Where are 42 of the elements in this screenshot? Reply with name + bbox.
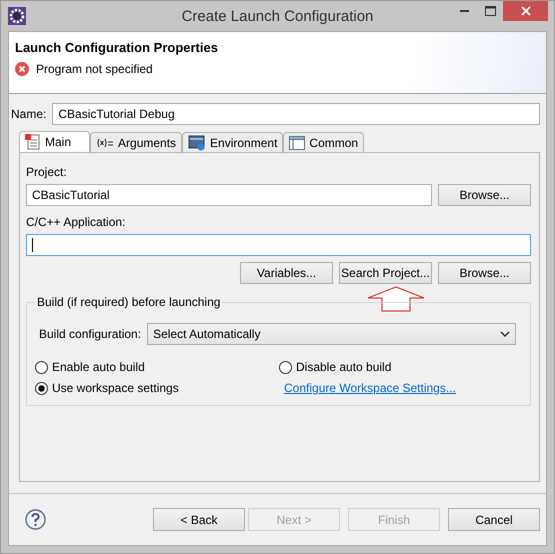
browse-button[interactable]: Browse... <box>438 184 531 206</box>
monitor-icon <box>188 134 206 150</box>
table-icon <box>289 136 306 150</box>
field-label: Project: <box>26 165 67 179</box>
radio-button[interactable] <box>35 360 48 374</box>
dialog-button[interactable]: Search Project... <box>339 262 432 284</box>
name-field[interactable]: CBasicTutorial Debug <box>52 103 540 125</box>
field-label: Name: <box>11 107 46 121</box>
maximize-icon[interactable] <box>484 6 496 16</box>
error-icon <box>15 62 29 76</box>
field-label: Build configuration: <box>39 327 142 341</box>
settings-link[interactable]: Configure Workspace Settings... <box>284 381 456 395</box>
radio-button[interactable] <box>35 382 48 394</box>
tab[interactable]: Common <box>283 132 364 152</box>
build-config-dropdown[interactable]: Select Automatically <box>147 323 516 345</box>
gear-icon[interactable] <box>8 7 26 25</box>
close-button[interactable] <box>503 1 548 21</box>
option-label[interactable]: Use workspace settings <box>52 381 179 395</box>
caret-icon[interactable] <box>500 330 510 338</box>
up-arrow <box>366 286 426 312</box>
tab[interactable]: Main <box>19 131 90 152</box>
dialog-button[interactable]: < Back <box>153 508 245 531</box>
window-title: Create Launch Configuration <box>182 8 374 24</box>
field-label: C/C++ Application: <box>26 215 126 229</box>
help-icon[interactable] <box>25 509 46 530</box>
minimize-icon[interactable] <box>460 10 468 12</box>
page-title: Launch Configuration Properties <box>15 40 218 55</box>
group-title: Build (if required) before launching <box>35 295 222 309</box>
application-field[interactable] <box>26 234 531 256</box>
dialog-button[interactable]: Cancel <box>448 508 540 531</box>
close-icon[interactable] <box>520 6 530 16</box>
document-icon <box>25 134 41 150</box>
dialog-button[interactable]: Variables... <box>240 262 333 284</box>
error-message: Program not specified <box>36 62 153 76</box>
radio-button[interactable] <box>279 360 292 374</box>
option-label[interactable]: Disable auto build <box>296 360 392 374</box>
option-label[interactable]: Enable auto build <box>52 360 145 374</box>
variable-icon <box>96 136 114 148</box>
tab[interactable]: Environment <box>182 132 284 152</box>
dialog-button[interactable]: Browse... <box>438 262 531 284</box>
tab[interactable]: Arguments <box>90 132 182 152</box>
project-field[interactable]: CBasicTutorial <box>26 184 432 206</box>
